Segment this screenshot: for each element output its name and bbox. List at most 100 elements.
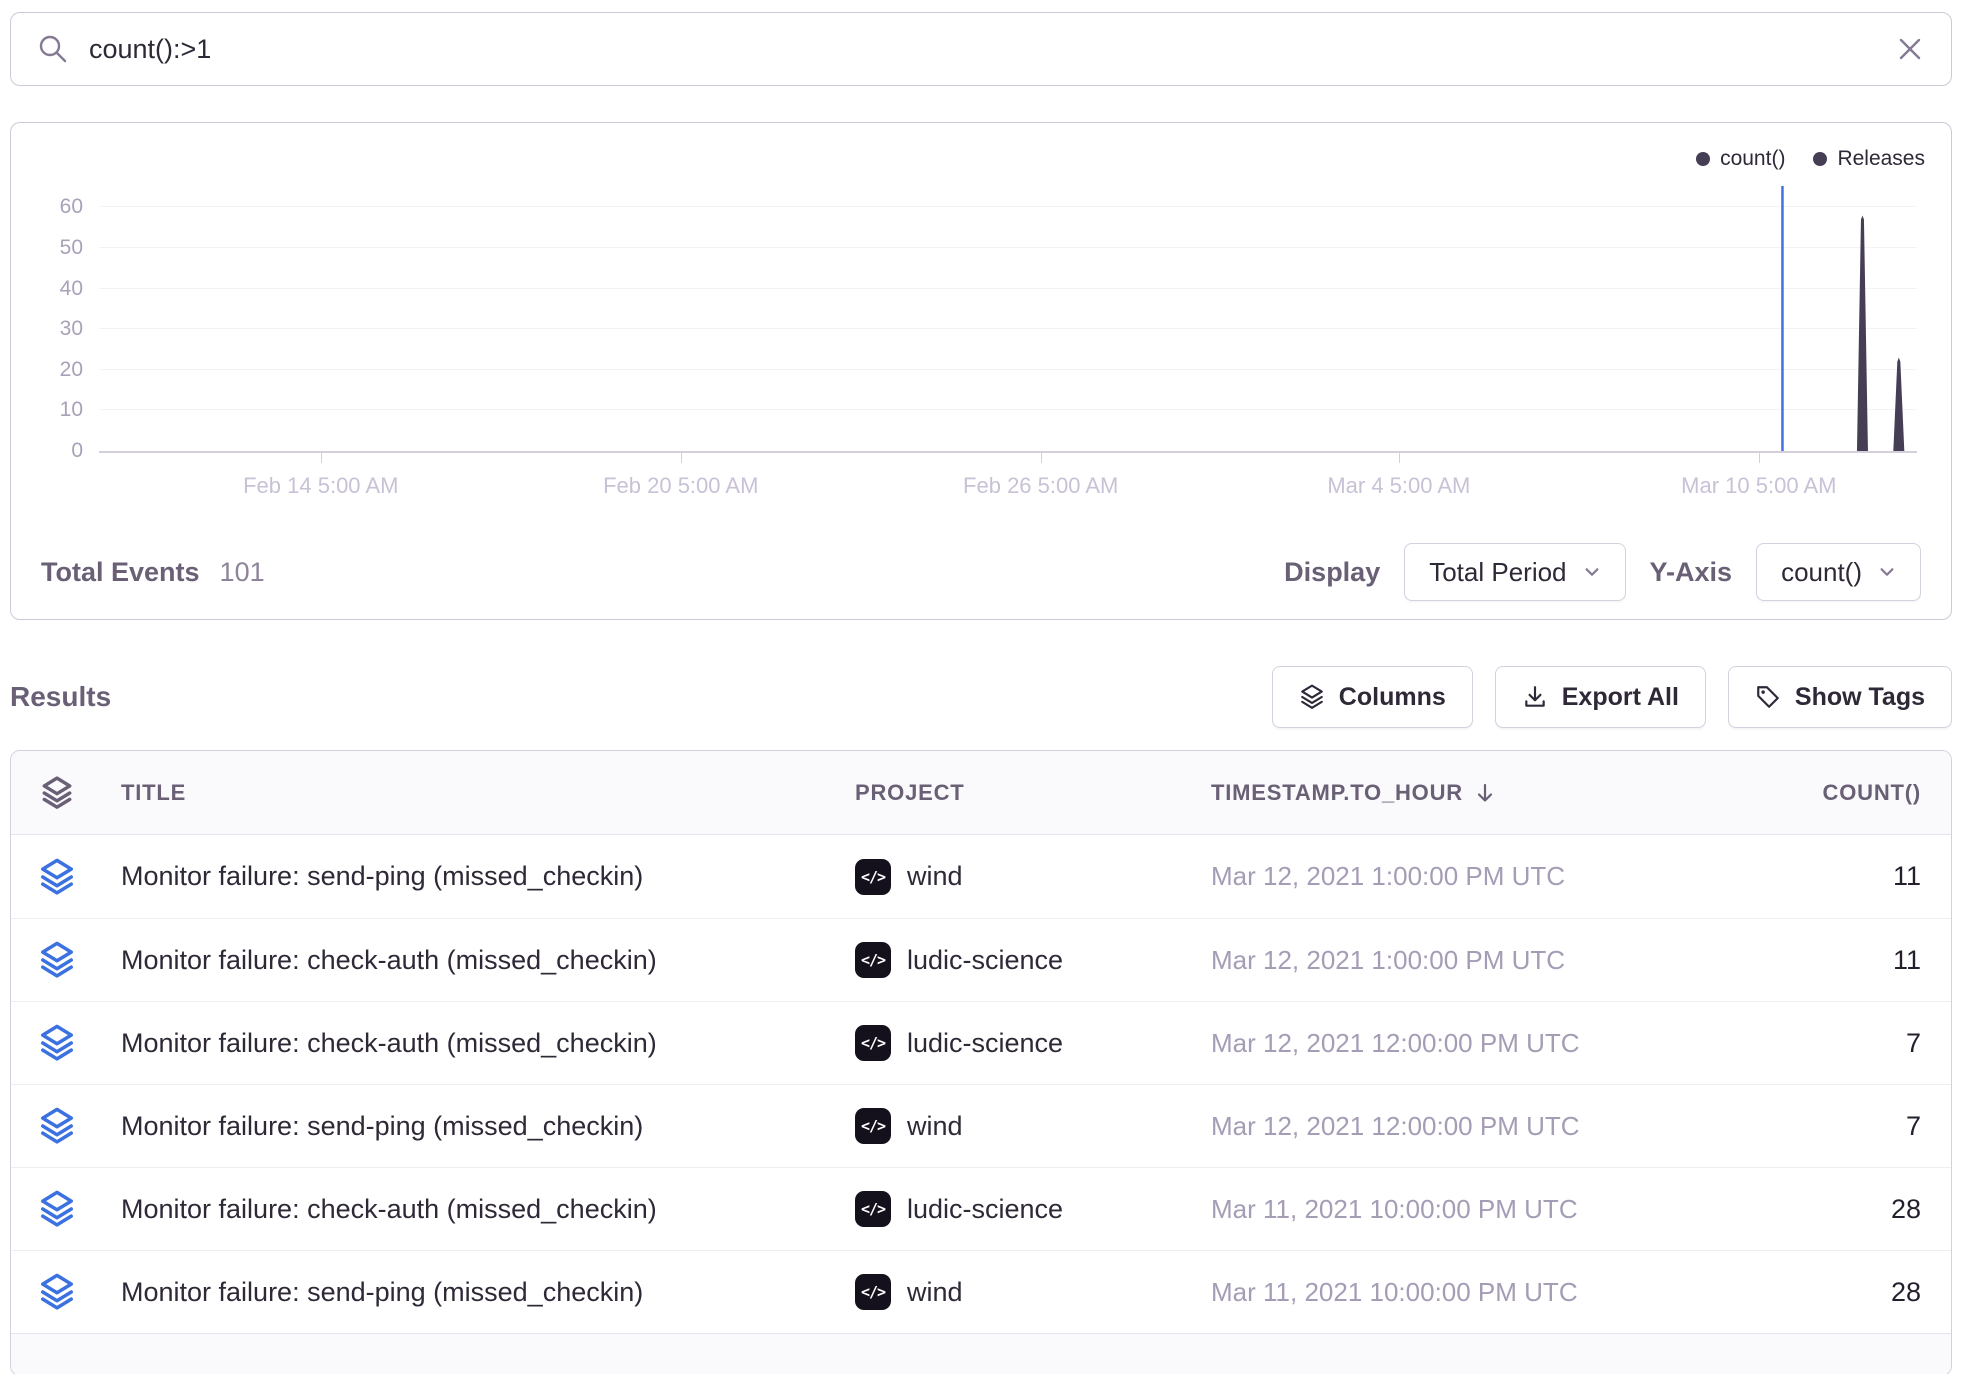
y-axis-tick-label: 0: [71, 439, 83, 463]
platform-code-icon: </>: [855, 942, 891, 978]
sort-descending-icon: [1473, 781, 1497, 805]
y-axis-tick-label: 40: [60, 277, 83, 301]
results-header: Results Columns Export All Show Tags: [10, 666, 1952, 728]
chevron-down-icon: [1583, 563, 1601, 581]
y-axis-tick-label: 10: [60, 398, 83, 422]
stack-icon: [38, 1190, 76, 1228]
search-icon: [37, 33, 69, 65]
legend-label: Releases: [1837, 147, 1925, 171]
count-series-spike: [1857, 215, 1868, 451]
x-axis-tick: [321, 451, 323, 463]
x-axis-tick-label: Mar 4 5:00 AM: [1327, 473, 1470, 499]
x-axis-tick-label: Feb 14 5:00 AM: [243, 473, 398, 499]
count-value: 28: [1633, 1277, 1951, 1308]
search-input[interactable]: count():>1: [89, 34, 1895, 65]
chart-stats-row: Total Events 101 Display Total Period Y-…: [11, 525, 1951, 619]
results-title: Results: [10, 681, 111, 713]
x-axis-tick-label: Feb 26 5:00 AM: [963, 473, 1118, 499]
event-title-link[interactable]: Monitor failure: check-auth (missed_chec…: [121, 1028, 657, 1058]
column-header-count[interactable]: COUNT(): [1633, 780, 1951, 806]
event-title-link[interactable]: Monitor failure: send-ping (missed_check…: [121, 1277, 643, 1307]
columns-button-label: Columns: [1339, 683, 1446, 712]
chart-legend: count() Releases: [1696, 147, 1925, 171]
project-name: ludic-science: [907, 1028, 1063, 1059]
legend-label: count(): [1720, 147, 1785, 171]
stack-icon: [38, 941, 76, 979]
chart-series-layer: [99, 183, 1917, 451]
export-all-button[interactable]: Export All: [1495, 666, 1706, 728]
total-events-label: Total Events: [41, 557, 200, 588]
x-axis-tick-label: Mar 10 5:00 AM: [1681, 473, 1836, 499]
platform-code-icon: </>: [855, 1191, 891, 1227]
stack-icon: [1299, 684, 1325, 710]
event-title-link[interactable]: Monitor failure: check-auth (missed_chec…: [121, 945, 657, 975]
project-name: wind: [907, 1111, 963, 1142]
timestamp-value: Mar 11, 2021 10:00:00 PM UTC: [1193, 1277, 1633, 1308]
display-dropdown-value: Total Period: [1429, 557, 1566, 588]
total-events-value: 101: [220, 557, 265, 588]
x-axis-tick: [1041, 451, 1043, 463]
timestamp-value: Mar 12, 2021 1:00:00 PM UTC: [1193, 861, 1633, 892]
y-axis-tick-label: 60: [60, 195, 83, 219]
table-row[interactable]: Monitor failure: send-ping (missed_check…: [11, 835, 1951, 918]
download-icon: [1522, 684, 1548, 710]
table-row[interactable]: Monitor failure: check-auth (missed_chec…: [11, 1001, 1951, 1084]
table-body: Monitor failure: send-ping (missed_check…: [11, 835, 1951, 1333]
count-series-spike: [1893, 358, 1904, 451]
column-header-project[interactable]: PROJECT: [843, 780, 1193, 806]
project-name: wind: [907, 1277, 963, 1308]
table-row[interactable]: Monitor failure: send-ping (missed_check…: [11, 1084, 1951, 1167]
project-name: wind: [907, 861, 963, 892]
events-chart-panel: count() Releases 0102030405060Feb 14 5:0…: [10, 122, 1952, 620]
table-row[interactable]: Monitor failure: check-auth (missed_chec…: [11, 1167, 1951, 1250]
x-axis-tick: [1759, 451, 1761, 463]
column-header-title[interactable]: TITLE: [103, 780, 843, 806]
event-title-link[interactable]: Monitor failure: check-auth (missed_chec…: [121, 1194, 657, 1224]
columns-button[interactable]: Columns: [1272, 666, 1473, 728]
tag-icon: [1755, 684, 1781, 710]
x-axis-tick: [681, 451, 683, 463]
event-title-link[interactable]: Monitor failure: send-ping (missed_check…: [121, 1111, 643, 1141]
results-table: TITLE PROJECT TIMESTAMP.TO_HOUR COUNT() …: [10, 750, 1952, 1374]
project-name: ludic-science: [907, 1194, 1063, 1225]
stack-icon: [38, 858, 76, 896]
show-tags-button[interactable]: Show Tags: [1728, 666, 1952, 728]
x-axis-tick-label: Feb 20 5:00 AM: [603, 473, 758, 499]
y-axis-tick-label: 30: [60, 317, 83, 341]
event-title-link[interactable]: Monitor failure: send-ping (missed_check…: [121, 861, 643, 891]
legend-item-count[interactable]: count(): [1696, 147, 1785, 171]
y-axis-tick-label: 20: [60, 358, 83, 382]
platform-code-icon: </>: [855, 1274, 891, 1310]
stack-icon: [40, 776, 74, 810]
project-name: ludic-science: [907, 945, 1063, 976]
stack-icon: [38, 1107, 76, 1145]
count-value: 28: [1633, 1194, 1951, 1225]
timestamp-value: Mar 12, 2021 12:00:00 PM UTC: [1193, 1111, 1633, 1142]
column-header-timestamp-label: TIMESTAMP.TO_HOUR: [1211, 780, 1463, 806]
display-dropdown[interactable]: Total Period: [1404, 543, 1625, 601]
table-row[interactable]: Monitor failure: send-ping (missed_check…: [11, 1250, 1951, 1333]
count-value: 7: [1633, 1111, 1951, 1142]
chart-plot[interactable]: 0102030405060Feb 14 5:00 AMFeb 20 5:00 A…: [99, 183, 1917, 453]
table-row[interactable]: Monitor failure: check-auth (missed_chec…: [11, 918, 1951, 1001]
legend-item-releases[interactable]: Releases: [1813, 147, 1925, 171]
yaxis-dropdown-value: count(): [1781, 557, 1862, 588]
table-header-row: TITLE PROJECT TIMESTAMP.TO_HOUR COUNT(): [11, 751, 1951, 835]
yaxis-dropdown[interactable]: count(): [1756, 543, 1921, 601]
platform-code-icon: </>: [855, 1025, 891, 1061]
display-label: Display: [1284, 557, 1380, 588]
chevron-down-icon: [1878, 563, 1896, 581]
column-header-timestamp[interactable]: TIMESTAMP.TO_HOUR: [1193, 780, 1633, 806]
table-footer: [11, 1333, 1951, 1374]
yaxis-label: Y-Axis: [1650, 557, 1733, 588]
search-bar[interactable]: count():>1: [10, 12, 1952, 86]
y-axis-tick-label: 50: [60, 236, 83, 260]
timestamp-value: Mar 11, 2021 10:00:00 PM UTC: [1193, 1194, 1633, 1225]
count-value: 11: [1633, 861, 1951, 892]
legend-dot-icon: [1813, 152, 1827, 166]
stack-icon: [38, 1024, 76, 1062]
legend-dot-icon: [1696, 152, 1710, 166]
platform-code-icon: </>: [855, 859, 891, 895]
clear-search-icon[interactable]: [1895, 34, 1925, 64]
stack-icon: [38, 1273, 76, 1311]
